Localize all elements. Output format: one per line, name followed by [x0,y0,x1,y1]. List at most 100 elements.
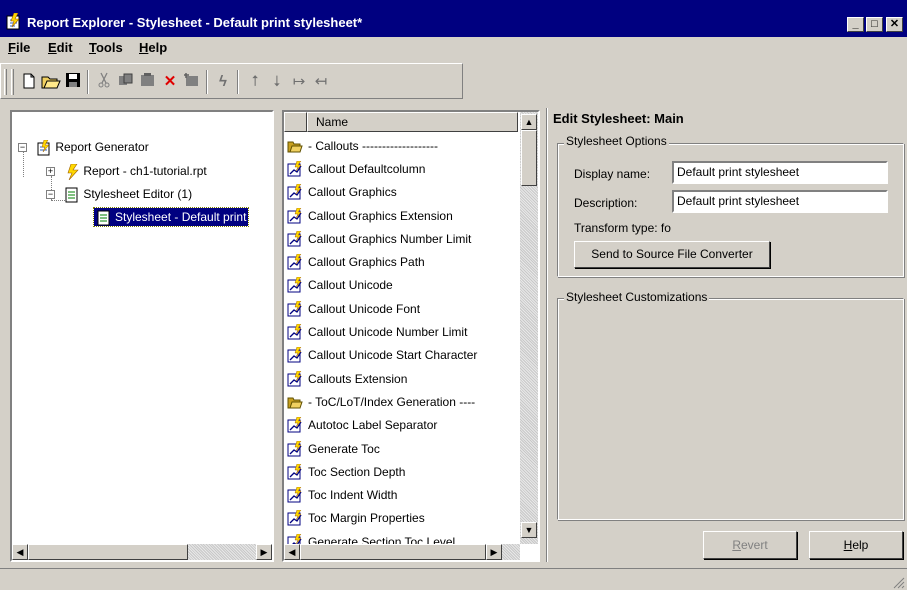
panel-divider[interactable] [546,108,548,562]
resize-grip-icon[interactable] [893,577,905,589]
move-up-button[interactable]: ⭡ [245,72,265,92]
property-icon [287,510,302,526]
list-item[interactable]: Callout Unicode Font [284,297,520,320]
collapse-icon[interactable]: − [46,190,55,199]
paste-button[interactable] [138,72,158,92]
paste-icon [141,73,154,86]
tree-item-stylesheet-editor[interactable]: − Stylesheet Editor (1) [45,185,192,203]
scroll-right-button[interactable]: ▶ [256,544,272,560]
demote-button[interactable]: ↦ [289,72,309,92]
list-item-label: Callout Defaultcolumn [308,161,426,176]
new-button[interactable] [19,72,39,92]
title-bar[interactable]: Report Explorer - Stylesheet - Default p… [0,0,907,37]
status-bar [0,568,907,590]
save-button[interactable] [63,72,83,92]
scroll-thumb[interactable] [521,130,537,186]
move-down-button[interactable]: ⭣ [267,72,287,92]
list-item[interactable]: Callout Graphics Extension [284,204,520,227]
revert-button[interactable]: Revert [703,531,797,559]
scroll-thumb[interactable] [28,544,188,560]
property-icon [287,324,302,340]
scroll-left-button[interactable]: ◀ [12,544,28,560]
list-item[interactable]: Callouts Extension [284,367,520,390]
cut-button[interactable] [94,72,114,92]
arrow-left-icon: ◀ [288,547,296,557]
toolbar-grip[interactable] [4,69,7,95]
maximize-icon: □ [871,18,878,30]
list-item[interactable]: Toc Indent Width [284,483,520,506]
list-item[interactable]: Generate Toc [284,437,520,460]
column-header-name[interactable]: Name [307,112,518,132]
report-explorer-icon [6,13,20,30]
scroll-right-button[interactable]: ▶ [486,544,502,560]
scroll-left-button[interactable]: ◀ [284,544,300,560]
scroll-up-button[interactable]: ▲ [521,114,537,130]
stylesheet-editor-icon [65,187,78,203]
toolbar: ✕ ϟ ⭡ ⭣ ↦ ↤ [0,63,463,99]
tree-horizontal-scrollbar[interactable]: ◀ ▶ [12,544,272,560]
help-button[interactable]: Help [809,531,903,559]
expand-icon[interactable]: + [46,167,55,176]
scroll-down-button[interactable]: ▼ [521,522,537,538]
list-item[interactable]: Callout Graphics [284,181,520,204]
promote-button[interactable]: ↤ [311,72,331,92]
list-item[interactable]: - Callouts ------------------- [284,134,520,157]
close-icon: ✕ [889,18,900,30]
open-button[interactable] [41,72,61,92]
display-name-field[interactable]: Default print stylesheet [672,161,888,184]
menu-edit[interactable]: Edit [48,40,73,55]
tree-item-report-generator[interactable]: − Report Generator [17,138,149,156]
move-down-icon: ⭣ [273,73,281,90]
paste-special-button[interactable] [182,72,202,92]
description-field[interactable]: Default print stylesheet [672,190,888,213]
run-button[interactable]: ϟ [213,72,233,92]
property-icon [287,440,302,456]
list-item[interactable]: Callout Defaultcolumn [284,157,520,180]
list-item-label: Autotoc Label Separator [308,418,438,433]
list-item[interactable]: Callout Unicode Number Limit [284,320,520,343]
toolbar-grip[interactable] [11,69,14,95]
scroll-thumb[interactable] [300,544,486,560]
list-item-label: Toc Indent Width [308,488,398,503]
list-item[interactable]: Callout Unicode Start Character [284,344,520,367]
menu-file[interactable]: File [8,40,30,55]
list-item[interactable]: Callout Graphics Number Limit [284,227,520,250]
list-item[interactable]: Autotoc Label Separator [284,414,520,437]
collapse-icon[interactable]: − [18,143,27,152]
tree-item-report[interactable]: + Report - ch1-tutorial.rpt [45,162,207,180]
toolbar-separator [87,70,89,94]
property-icon [287,207,302,224]
list-item-label: Callout Unicode [308,278,393,293]
list-item[interactable]: Toc Margin Properties [284,507,520,530]
editor-heading: Edit Stylesheet: Main [553,111,684,126]
list-vertical-scrollbar[interactable]: ▲ ▼ [520,112,538,544]
delete-button[interactable]: ✕ [160,72,180,92]
maximize-button[interactable]: □ [866,17,883,32]
run-icon: ϟ [219,73,227,90]
folder-open-icon [287,397,303,409]
copy-button[interactable] [116,72,136,92]
description-label: Description: [574,196,638,210]
list-item[interactable]: Toc Section Depth [284,460,520,483]
outline-tree[interactable]: − Report Generator + Report - ch1-tutori… [10,110,274,562]
property-icon [287,347,302,363]
menu-tools[interactable]: Tools [89,40,123,55]
stylesheet-customizations-label: Stylesheet Customizations [564,290,710,304]
menu-bar: File Edit Tools Help [0,37,907,59]
save-icon [66,73,80,87]
tree-item-stylesheet-default[interactable]: Stylesheet - Default print [92,207,250,227]
list-item-label: Callout Graphics [308,185,397,200]
list-item[interactable]: - ToC/LoT/Index Generation ---- [284,390,520,413]
list-item[interactable]: Callout Graphics Path [284,250,520,273]
list-horizontal-scrollbar[interactable]: ◀ ▶ [284,544,520,560]
menu-help[interactable]: Help [139,40,167,55]
list-item[interactable]: Callout Unicode [284,274,520,297]
close-button[interactable]: ✕ [886,17,903,32]
property-icon [287,160,302,177]
send-to-source-file-converter-button[interactable]: Send to Source File Converter [574,241,770,268]
minimize-button[interactable]: _ [847,17,864,32]
list-item-label: Callout Unicode Start Character [308,348,478,363]
arrow-left-icon: ◀ [16,547,24,557]
report-icon [67,163,80,180]
property-list[interactable]: Name - Callouts ------------------- Callo… [282,110,540,562]
